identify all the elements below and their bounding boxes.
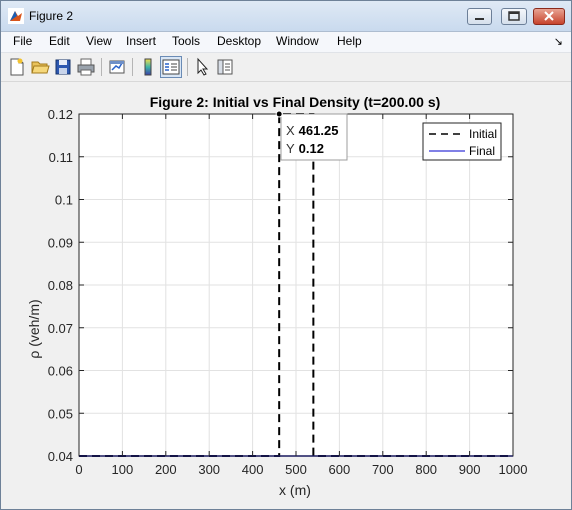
svg-text:X461.25: X 461.25	[286, 123, 338, 138]
toolbar-separator	[187, 58, 188, 76]
chart-title: Figure 2: Initial vs Final Density (t=20…	[150, 94, 441, 110]
datatip-x-value: 461.25	[299, 123, 339, 138]
open-file-icon[interactable]	[30, 57, 50, 77]
menu-window[interactable]: Window	[274, 34, 321, 48]
x-tick-label: 0	[75, 462, 82, 477]
maximize-button[interactable]	[501, 8, 527, 25]
x-tick-label: 600	[329, 462, 351, 477]
legend[interactable]: Initial Final	[422, 122, 502, 161]
datatip-y-value: 0.12	[299, 141, 324, 156]
menu-insert[interactable]: Insert	[124, 34, 158, 48]
x-tick-label: 400	[242, 462, 264, 477]
y-tick-label: 0.05	[48, 406, 73, 421]
window-title: Figure 2	[29, 9, 74, 23]
x-axis-label: x (m)	[279, 482, 311, 498]
plot-svg: 0 100 200 300 400 500 600 700 800 900 1000 0.04 0.05…	[26, 94, 528, 498]
y-tick-label: 0.09	[48, 235, 73, 250]
menu-bar: File Edit View Insert Tools Desktop Wind…	[1, 32, 571, 53]
close-icon	[544, 11, 554, 21]
data-tip[interactable]: X 461.25 Y 0.12	[280, 113, 348, 161]
toolbar-separator	[101, 58, 102, 76]
menu-help[interactable]: Help	[335, 34, 364, 48]
x-tick-label: 500	[285, 462, 307, 477]
matlab-icon	[8, 8, 24, 24]
title-bar[interactable]: Figure 2	[1, 1, 571, 32]
y-tick-label: 0.12	[48, 107, 73, 122]
datatip-marker[interactable]	[275, 110, 283, 118]
x-tick-label: 200	[155, 462, 177, 477]
minimize-icon	[475, 18, 484, 20]
x-tick-label: 1000	[499, 462, 528, 477]
dock-figure-icon[interactable]: ↘	[554, 35, 563, 48]
y-tick-label: 0.08	[48, 278, 73, 293]
x-tick-label: 100	[112, 462, 134, 477]
datatip-x-label: X	[286, 123, 295, 138]
minimize-button[interactable]	[467, 8, 492, 25]
y-tick-label: 0.1	[55, 193, 73, 208]
print-icon[interactable]	[76, 57, 96, 77]
toolbar-separator	[132, 58, 133, 76]
x-tick-label: 300	[198, 462, 220, 477]
y-tick-label: 0.07	[48, 321, 73, 336]
new-figure-icon[interactable]	[7, 57, 27, 77]
y-tick-label: 0.11	[49, 150, 73, 165]
close-button[interactable]	[533, 8, 565, 25]
save-icon[interactable]	[53, 57, 73, 77]
legend-label-initial: Initial	[469, 127, 497, 141]
menu-view[interactable]: View	[84, 34, 114, 48]
link-plot-icon[interactable]	[107, 57, 127, 77]
maximize-icon	[508, 11, 520, 21]
y-tick-label: 0.06	[48, 364, 73, 379]
y-axis-label: ρ (veh/m)	[26, 299, 42, 358]
figure-toolbar	[1, 53, 571, 82]
svg-text:Y0.12: Y 0.12	[286, 141, 324, 156]
figure-canvas: 0 100 200 300 400 500 600 700 800 900 1000 0.04 0.05…	[5, 83, 567, 507]
legend-label-final: Final	[469, 144, 495, 158]
x-tick-label: 900	[459, 462, 481, 477]
datatip-y-label: Y	[286, 141, 295, 156]
menu-desktop[interactable]: Desktop	[215, 34, 263, 48]
insert-legend-icon[interactable]	[160, 56, 182, 78]
x-tick-label: 700	[372, 462, 394, 477]
edit-plot-arrow-icon[interactable]	[193, 57, 213, 77]
x-tick-label: 800	[415, 462, 437, 477]
y-tick-label: 0.04	[48, 449, 73, 464]
menu-tools[interactable]: Tools	[170, 34, 202, 48]
figure-window: Figure 2 File Edit View Insert Tools Des…	[0, 0, 572, 510]
insert-colorbar-icon[interactable]	[138, 57, 158, 77]
property-inspector-icon[interactable]	[215, 57, 235, 77]
menu-file[interactable]: File	[11, 34, 34, 48]
menu-edit[interactable]: Edit	[47, 34, 72, 48]
